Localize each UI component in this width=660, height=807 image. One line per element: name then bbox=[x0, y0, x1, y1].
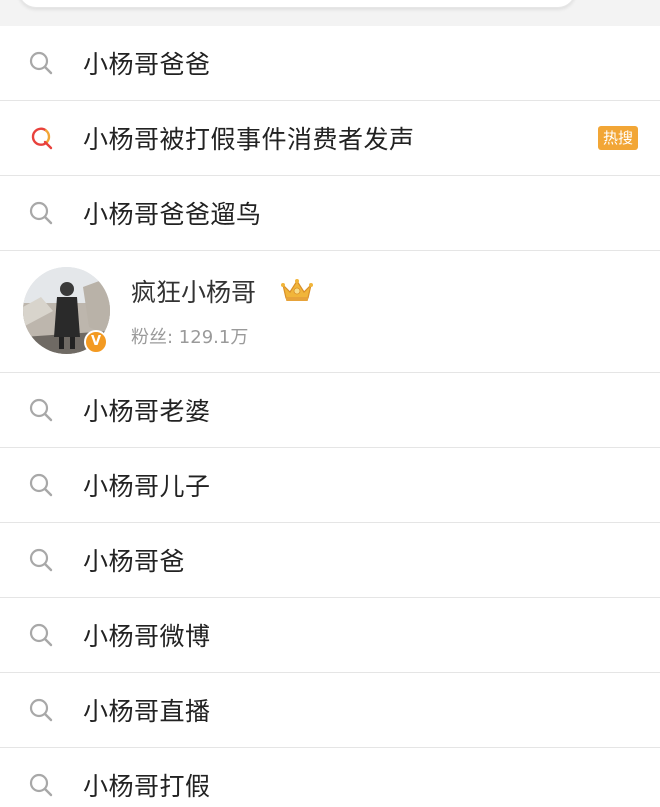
top-strip bbox=[0, 0, 660, 26]
hot-search-icon bbox=[28, 125, 54, 151]
search-suggestions-page: 小杨哥爸爸 小杨哥被打假事件消费者发声 热搜 小杨哥爸爸遛鸟 V 疯狂小杨哥 粉… bbox=[0, 0, 660, 807]
suggestion-label: 小杨哥爸 bbox=[83, 547, 186, 576]
user-result[interactable]: V 疯狂小杨哥 粉丝: 129.1万 bbox=[0, 251, 660, 373]
user-name: 疯狂小杨哥 bbox=[131, 278, 257, 307]
fans-count: 粉丝: 129.1万 bbox=[131, 327, 249, 348]
suggestion-label: 小杨哥爸爸遛鸟 bbox=[83, 200, 262, 229]
search-icon bbox=[28, 772, 54, 798]
suggestion-label: 小杨哥老婆 bbox=[83, 397, 211, 426]
suggestion-item[interactable]: 小杨哥爸 bbox=[0, 523, 660, 598]
suggestion-label: 小杨哥儿子 bbox=[83, 472, 211, 501]
hot-search-badge: 热搜 bbox=[597, 126, 638, 150]
suggestion-label: 小杨哥微博 bbox=[83, 622, 211, 651]
search-icon bbox=[28, 622, 54, 648]
search-icon bbox=[28, 547, 54, 573]
suggestion-item[interactable]: 小杨哥儿子 bbox=[0, 448, 660, 523]
search-bar[interactable] bbox=[18, 0, 576, 8]
search-icon bbox=[28, 200, 54, 226]
search-icon bbox=[28, 50, 54, 76]
suggestion-item[interactable]: 小杨哥打假 bbox=[0, 748, 660, 807]
suggestion-label: 小杨哥打假 bbox=[83, 772, 211, 801]
suggestion-label: 小杨哥爸爸 bbox=[83, 50, 211, 79]
search-icon bbox=[28, 472, 54, 498]
suggestion-item[interactable]: 小杨哥爸爸 bbox=[0, 26, 660, 101]
search-icon bbox=[28, 397, 54, 423]
search-icon bbox=[28, 697, 54, 723]
suggestion-item-hot[interactable]: 小杨哥被打假事件消费者发声 热搜 bbox=[0, 101, 660, 176]
suggestion-item[interactable]: 小杨哥老婆 bbox=[0, 373, 660, 448]
suggestion-label: 小杨哥直播 bbox=[83, 697, 211, 726]
suggestion-item[interactable]: 小杨哥微博 bbox=[0, 598, 660, 673]
suggestion-list: 小杨哥爸爸 小杨哥被打假事件消费者发声 热搜 小杨哥爸爸遛鸟 V 疯狂小杨哥 粉… bbox=[0, 26, 660, 807]
suggestion-item[interactable]: 小杨哥爸爸遛鸟 bbox=[0, 176, 660, 251]
suggestion-label: 小杨哥被打假事件消费者发声 bbox=[83, 125, 415, 154]
crown-icon bbox=[280, 277, 314, 303]
verified-badge: V bbox=[84, 330, 108, 354]
suggestion-item[interactable]: 小杨哥直播 bbox=[0, 673, 660, 748]
